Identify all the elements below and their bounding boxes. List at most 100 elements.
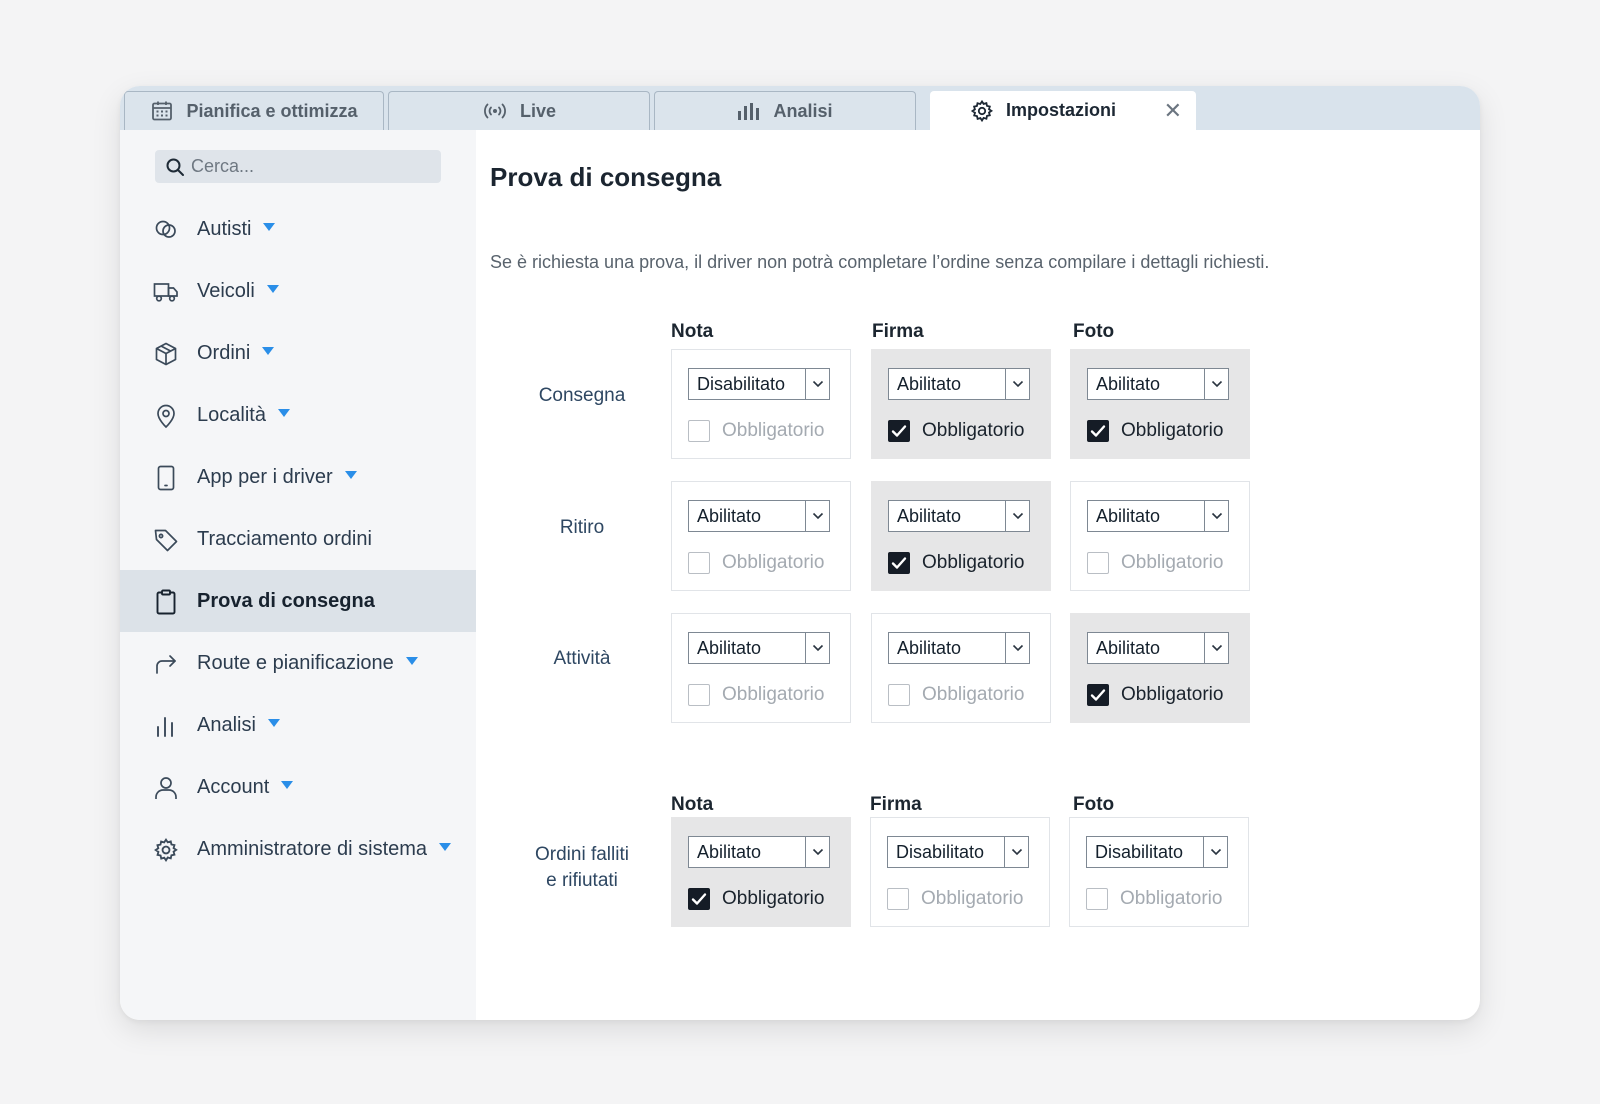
required-checkbox-row[interactable]: Obbligatorio	[888, 552, 1024, 574]
sidebar-item-autisti[interactable]: Autisti	[120, 198, 476, 260]
tab-label: Pianifica e ottimizza	[186, 100, 358, 121]
proof-setting-cell: Abilitato Obbligatorio	[1070, 613, 1250, 723]
chevron-down-icon	[805, 633, 829, 663]
required-label: Obbligatorio	[722, 684, 825, 705]
required-checkbox-row[interactable]: Obbligatorio	[1087, 552, 1223, 574]
enable-select[interactable]: Abilitato	[888, 500, 1030, 532]
enable-select[interactable]: Abilitato	[888, 368, 1030, 400]
chevron-down-icon	[805, 837, 829, 867]
proof-setting-cell: Disabilitato Obbligatorio	[671, 349, 851, 459]
sidebar-item-route[interactable]: Route e pianificazione	[120, 632, 476, 694]
enable-select[interactable]: Abilitato	[1087, 500, 1229, 532]
enable-select[interactable]: Abilitato	[688, 632, 830, 664]
gear-icon	[970, 99, 994, 122]
enable-select[interactable]: Abilitato	[688, 500, 830, 532]
sidebar-item-label: Veicoli	[197, 279, 255, 302]
select-value: Disabilitato	[697, 373, 786, 394]
checkbox[interactable]	[1086, 888, 1108, 910]
tab-live[interactable]: Live	[388, 91, 650, 130]
column-header-nota: Nota	[671, 794, 714, 815]
tab-analisi[interactable]: Analisi	[654, 91, 916, 130]
bar-chart-icon	[738, 103, 760, 120]
tab-label: Live	[519, 100, 557, 121]
enable-select[interactable]: Abilitato	[1087, 632, 1229, 664]
checkmark-icon[interactable]	[888, 552, 910, 574]
sidebar: Autisti Veicoli Ordini Località	[120, 130, 476, 1020]
checkbox[interactable]	[688, 420, 710, 442]
sidebar-item-app-driver[interactable]: App per i driver	[120, 446, 476, 508]
phone-icon	[157, 465, 175, 491]
checkbox[interactable]	[887, 888, 909, 910]
enable-select[interactable]: Abilitato	[888, 632, 1030, 664]
required-checkbox-row[interactable]: Obbligatorio	[888, 420, 1024, 442]
checkbox[interactable]	[688, 684, 710, 706]
sidebar-item-account[interactable]: Account	[120, 756, 476, 818]
enable-select[interactable]: Disabilitato	[1086, 836, 1228, 868]
chevron-down-icon	[1004, 837, 1028, 867]
required-checkbox-row[interactable]: Obbligatorio	[688, 420, 824, 442]
required-checkbox-row[interactable]: Obbligatorio	[1086, 888, 1222, 910]
proof-setting-cell: Disabilitato Obbligatorio	[1069, 817, 1249, 927]
bar-chart-icon	[157, 717, 173, 737]
sidebar-item-veicoli[interactable]: Veicoli	[120, 260, 476, 322]
map-pin-icon	[157, 404, 175, 429]
chevron-down-icon	[1204, 369, 1228, 399]
sidebar-item-localita[interactable]: Località	[120, 384, 476, 446]
search-input-container[interactable]	[155, 150, 441, 183]
select-value: Abilitato	[1096, 637, 1161, 658]
required-checkbox-row[interactable]: Obbligatorio	[688, 888, 824, 910]
sidebar-item-label: Amministratore di sistema	[197, 837, 428, 860]
checkbox[interactable]	[888, 684, 910, 706]
required-label: Obbligatorio	[922, 684, 1025, 705]
sidebar-item-label: Route e pianificazione	[197, 651, 394, 674]
required-checkbox-row[interactable]: Obbligatorio	[688, 684, 824, 706]
tab-impostazioni[interactable]: Impostazioni ✕	[930, 91, 1196, 130]
tab-label: Impostazioni	[1005, 100, 1116, 120]
enable-select[interactable]: Abilitato	[688, 836, 830, 868]
required-checkbox-row[interactable]: Obbligatorio	[1087, 684, 1223, 706]
tab-pianifica[interactable]: Pianifica e ottimizza	[124, 91, 384, 130]
required-label: Obbligatorio	[722, 420, 825, 441]
enable-select[interactable]: Disabilitato	[688, 368, 830, 400]
row-label-line: Ordini falliti	[535, 844, 629, 865]
truck-icon	[153, 283, 178, 302]
required-checkbox-row[interactable]: Obbligatorio	[887, 888, 1023, 910]
sidebar-item-amministratore[interactable]: Amministratore di sistema	[120, 818, 476, 880]
select-value: Disabilitato	[1095, 841, 1184, 862]
search-input[interactable]	[191, 156, 431, 177]
proof-setting-cell: Abilitato Obbligatorio	[671, 817, 851, 927]
chevron-down-icon	[1203, 837, 1227, 867]
column-header-foto: Foto	[1073, 794, 1115, 815]
required-checkbox-row[interactable]: Obbligatorio	[1087, 420, 1223, 442]
caret-down-icon	[405, 657, 418, 666]
checkmark-icon[interactable]	[888, 420, 910, 442]
clipboard-icon	[156, 589, 176, 615]
required-checkbox-row[interactable]: Obbligatorio	[688, 552, 824, 574]
caret-down-icon	[281, 781, 294, 790]
required-checkbox-row[interactable]: Obbligatorio	[888, 684, 1024, 706]
checkbox[interactable]	[1087, 552, 1109, 574]
row-label-consegna: Consegna	[538, 385, 626, 406]
app-window: Pianifica e ottimizza Live Analisi Impos…	[120, 86, 1480, 1020]
caret-down-icon	[263, 223, 276, 232]
chevron-down-icon	[1005, 369, 1029, 399]
close-icon[interactable]: ✕	[1164, 100, 1182, 122]
enable-select[interactable]: Abilitato	[1087, 368, 1229, 400]
box-icon	[155, 342, 177, 366]
checkmark-icon[interactable]	[1087, 684, 1109, 706]
required-label: Obbligatorio	[922, 420, 1025, 441]
sidebar-item-label: Analisi	[197, 713, 256, 736]
checkmark-icon[interactable]	[688, 888, 710, 910]
sidebar-item-tracciamento[interactable]: Tracciamento ordini	[120, 508, 476, 570]
row-label-line: e rifiutati	[546, 870, 618, 891]
enable-select[interactable]: Disabilitato	[887, 836, 1029, 868]
checkmark-icon[interactable]	[1087, 420, 1109, 442]
column-header-firma: Firma	[870, 794, 922, 815]
caret-down-icon	[277, 409, 290, 418]
sidebar-item-ordini[interactable]: Ordini	[120, 322, 476, 384]
sidebar-item-analisi[interactable]: Analisi	[120, 694, 476, 756]
main-content: Prova di consegna Se è richiesta una pro…	[476, 130, 1480, 1020]
caret-down-icon	[344, 471, 357, 480]
sidebar-item-prova-consegna[interactable]: Prova di consegna	[120, 570, 476, 632]
checkbox[interactable]	[688, 552, 710, 574]
